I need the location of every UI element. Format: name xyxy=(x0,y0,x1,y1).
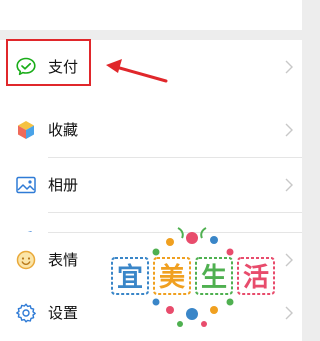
watermark-char: 生 xyxy=(201,263,227,293)
chevron-right-icon xyxy=(283,59,295,75)
top-section xyxy=(0,0,302,30)
gear-icon xyxy=(14,301,38,325)
chevron-right-icon xyxy=(283,122,295,138)
menu-item-label: 相册 xyxy=(48,176,79,194)
menu-item-album[interactable]: 相册 xyxy=(0,158,302,212)
menu-item-favorites[interactable]: 收藏 xyxy=(0,103,302,157)
picture-icon xyxy=(14,173,38,197)
watermark-logo: 宜 美 生 活 xyxy=(108,218,276,334)
highlight-box xyxy=(6,39,91,86)
menu-item-label: 设置 xyxy=(48,304,79,322)
watermark-char: 美 xyxy=(159,262,185,293)
menu-item-label: 收藏 xyxy=(48,121,79,139)
cube-icon xyxy=(14,118,38,142)
chevron-right-icon xyxy=(283,177,295,193)
chevron-right-icon xyxy=(283,305,295,321)
watermark-char: 活 xyxy=(243,263,269,293)
annotation-arrow xyxy=(100,55,170,87)
smiley-icon xyxy=(14,248,38,272)
watermark-char: 宜 xyxy=(117,262,143,293)
chevron-right-icon xyxy=(283,252,295,268)
menu-item-label: 表情 xyxy=(48,251,79,269)
